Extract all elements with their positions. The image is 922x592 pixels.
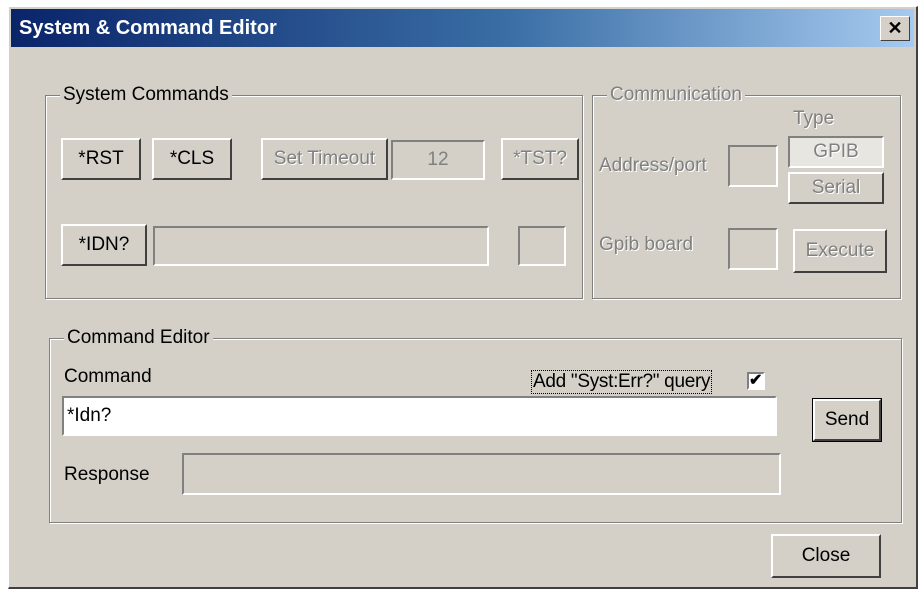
command-input-value: *Idn?	[67, 405, 112, 426]
gpib-board-field[interactable]	[728, 228, 778, 270]
serial-label: Serial	[811, 177, 861, 198]
rst-button[interactable]: *RST	[61, 138, 141, 180]
response-label: Response	[64, 464, 150, 485]
title-bar[interactable]: System & Command Editor ✕	[11, 9, 914, 47]
send-button[interactable]: Send	[812, 398, 882, 442]
window-title: System & Command Editor	[19, 17, 277, 39]
system-commands-title: System Commands	[60, 83, 232, 107]
gpib-type-button[interactable]: GPIB	[788, 136, 884, 168]
communication-title: Communication	[607, 83, 745, 107]
set-timeout-button[interactable]: Set Timeout	[261, 138, 388, 180]
tst-button[interactable]: *TST?	[501, 138, 579, 180]
response-field[interactable]	[182, 453, 781, 495]
system-commands-group: System Commands *RST *CLS Set Timeout 12…	[45, 83, 583, 299]
tst-button-label: *TST?	[513, 148, 567, 169]
cls-button[interactable]: *CLS	[152, 138, 232, 180]
address-port-label: Address/port	[599, 155, 707, 176]
set-timeout-label: Set Timeout	[273, 148, 376, 169]
gpib-label: GPIB	[813, 141, 859, 162]
communication-group: Communication Type GPIB Serial Address/p…	[592, 83, 901, 299]
command-label: Command	[64, 366, 152, 387]
serial-type-button[interactable]: Serial	[788, 172, 884, 204]
dialog-window: System & Command Editor ✕ System Command…	[8, 6, 918, 589]
cls-button-label: *CLS	[169, 148, 215, 169]
command-input[interactable]: *Idn?	[62, 396, 777, 436]
close-window-button[interactable]: ✕	[880, 16, 910, 41]
idn-response-field[interactable]	[153, 226, 489, 266]
close-button-label: Close	[801, 545, 851, 566]
syst-err-checkbox[interactable]: ✔	[747, 372, 765, 390]
tst-result-field[interactable]	[518, 226, 566, 266]
close-button[interactable]: Close	[771, 534, 881, 578]
timeout-field[interactable]: 12	[391, 140, 485, 180]
send-button-label: Send	[824, 409, 870, 430]
rst-button-label: *RST	[78, 148, 124, 169]
checkmark-icon: ✔	[749, 372, 763, 389]
address-port-field[interactable]	[728, 145, 778, 187]
command-editor-title: Command Editor	[64, 326, 213, 350]
syst-err-label[interactable]: Add "Syst:Err?" query	[531, 370, 713, 394]
type-label: Type	[793, 108, 835, 129]
execute-button[interactable]: Execute	[793, 229, 887, 273]
timeout-value: 12	[427, 149, 449, 170]
execute-label: Execute	[805, 240, 875, 261]
gpib-board-label: Gpib board	[599, 234, 694, 255]
idn-button-label: *IDN?	[78, 234, 130, 255]
command-editor-group: Command Editor Command Add "Syst:Err?" q…	[49, 326, 902, 523]
close-icon: ✕	[887, 18, 903, 38]
idn-button[interactable]: *IDN?	[61, 224, 147, 266]
